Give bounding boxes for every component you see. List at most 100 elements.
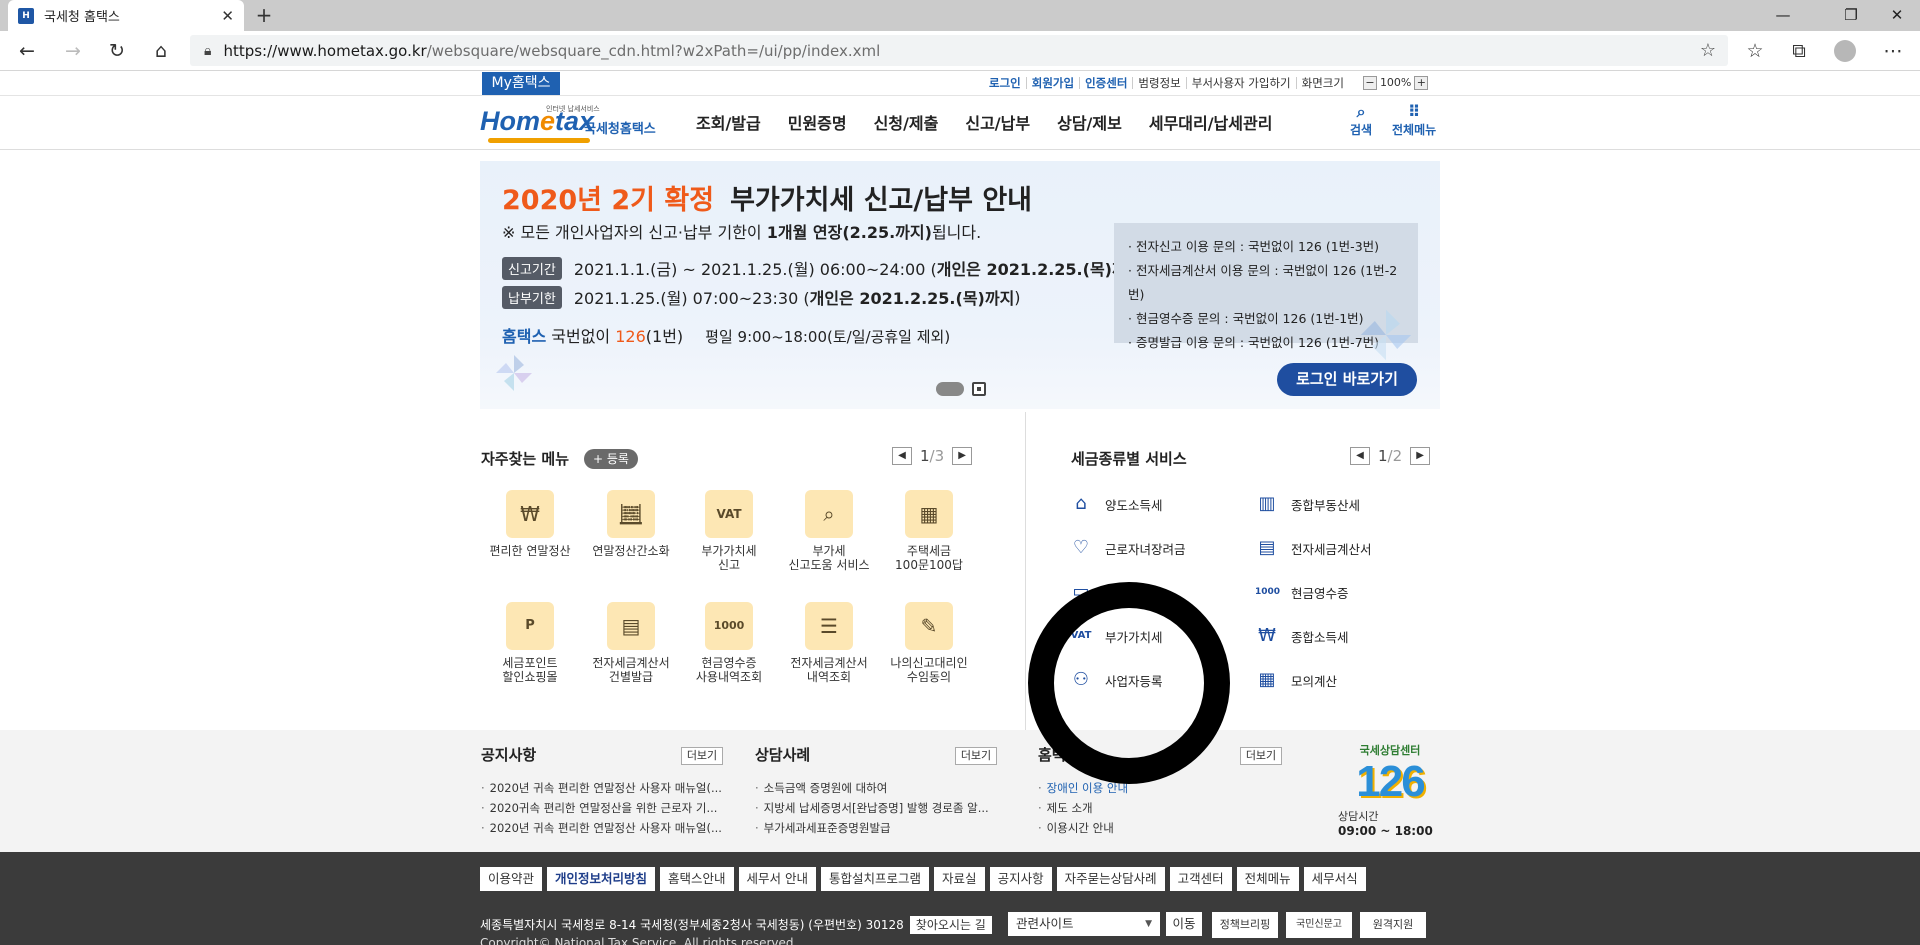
- info-item[interactable]: 이용시간 안내: [1038, 818, 1128, 838]
- browser-tab[interactable]: H 국세청 홈택스 ✕: [8, 0, 244, 31]
- remote-support-link[interactable]: 원격지원: [1360, 912, 1426, 938]
- fav-item-taxpoint[interactable]: P 세금포인트 할인쇼핑몰: [480, 602, 580, 684]
- fav-item-vat-report[interactable]: VAT 부가가치세 신고: [679, 490, 779, 572]
- login-shortcut-button[interactable]: 로그인 바로가기: [1277, 363, 1417, 396]
- slider-indicator: [936, 382, 986, 396]
- main-banner[interactable]: 2020년 2기 확정 부가가치세 신고/납부 안내 ※ 모든 개인사업자의 신고…: [480, 161, 1440, 409]
- collections-icon[interactable]: ⧉: [1784, 37, 1814, 65]
- related-sites-select[interactable]: 관련사이트: [1008, 912, 1160, 936]
- footer-link[interactable]: 자주묻는상담사례: [1056, 867, 1165, 891]
- register-favorite-button[interactable]: + 등록: [584, 449, 638, 469]
- svc-cash-receipt[interactable]: 1000 현금영수증: [1255, 581, 1349, 603]
- hometax-info-more-button[interactable]: 더보기: [1240, 747, 1282, 765]
- notice-item[interactable]: 2020귀속 편리한 연말정산을 위한 근로자 기...: [481, 798, 722, 818]
- footer-link[interactable]: 통합설치프로그램: [821, 867, 930, 891]
- cert-center-link[interactable]: 인증센터: [1079, 77, 1132, 89]
- svc-einvoice[interactable]: ▤ 전자세금계산서: [1255, 537, 1371, 559]
- next-page-icon[interactable]: ▶: [952, 447, 973, 465]
- footer-link[interactable]: 자료실: [934, 867, 985, 891]
- case-title: 상담사례: [755, 746, 811, 764]
- case-item[interactable]: 지방세 납세증명서[완납증명] 발행 경로좀 알...: [755, 798, 989, 818]
- case-item[interactable]: 부가세과세표준증명원발급: [755, 818, 989, 838]
- footer-link[interactable]: 홈택스안내: [660, 867, 734, 891]
- tab-close-icon[interactable]: ✕: [221, 7, 234, 25]
- screen-size-label: 화면크기: [1295, 77, 1349, 89]
- nav-consult[interactable]: 상담/제보: [1057, 110, 1122, 134]
- footer-link[interactable]: 고객센터: [1169, 867, 1232, 891]
- signup-link[interactable]: 회원가입: [1025, 77, 1079, 89]
- case-item[interactable]: 소득금액 증명원에 대하여: [755, 778, 989, 798]
- favorites-title: 자주찾는 메뉴: [481, 450, 570, 468]
- slide-pause-icon[interactable]: [972, 382, 986, 396]
- slide-dot-active[interactable]: [936, 382, 964, 396]
- sinmungo-link[interactable]: 국민신문고: [1286, 912, 1352, 938]
- refresh-icon[interactable]: ↻: [102, 37, 132, 65]
- nav-agent[interactable]: 세무대리/납세관리: [1149, 110, 1273, 134]
- footer-link[interactable]: 전체메뉴: [1236, 867, 1299, 891]
- next-page-icon[interactable]: ▶: [1410, 447, 1431, 465]
- zoom-out-button[interactable]: −: [1362, 76, 1377, 90]
- nav-apply[interactable]: 신청/제출: [874, 110, 939, 134]
- footer-link[interactable]: 세무서식: [1303, 867, 1366, 891]
- site-top-bar: My홈택스 로그인 회원가입 인증센터 범령정보 부서사용자 가입하기 화면크기…: [0, 72, 1920, 96]
- new-tab-icon[interactable]: +: [252, 4, 276, 28]
- footer-link[interactable]: 세무서 안내: [738, 867, 817, 891]
- minimize-icon[interactable]: —: [1760, 0, 1806, 31]
- case-more-button[interactable]: 더보기: [955, 747, 997, 765]
- profile-avatar[interactable]: [1834, 40, 1856, 62]
- favorite-star-icon[interactable]: ☆: [1700, 40, 1716, 61]
- more-menu-icon[interactable]: ⋯: [1878, 37, 1908, 65]
- footer-link[interactable]: 이용약관: [480, 867, 543, 891]
- tax-service-page: 1/2: [1378, 447, 1403, 465]
- my-hometax-button[interactable]: My홈택스: [482, 72, 560, 95]
- nav-certificate[interactable]: 민원증명: [788, 110, 847, 134]
- call-center-number: 126: [1356, 757, 1425, 806]
- fav-item-cashreceipt[interactable]: 1000 현금영수증 사용내역조회: [679, 602, 779, 684]
- footer-link[interactable]: 공지사항: [989, 867, 1052, 891]
- fav-item-agent-consent[interactable]: ✎ 나의신고대리인 수임동의: [879, 602, 979, 684]
- login-link[interactable]: 로그인: [984, 77, 1026, 89]
- call-center-126[interactable]: 국세상담센터 126 상담시간 09:00 ~ 18:00: [1338, 742, 1442, 842]
- notice-item[interactable]: 2020년 귀속 편리한 연말정산 사용자 매뉴얼(...: [481, 778, 722, 798]
- svc-income-tax[interactable]: ₩ 종합소득세: [1255, 625, 1348, 647]
- footer-link-privacy[interactable]: 개인정보처리방침: [547, 867, 656, 891]
- zoom-control: − 100% +: [1355, 76, 1436, 90]
- all-menu-button[interactable]: ⠿ 전체메뉴: [1392, 104, 1436, 138]
- svc-comprehensive-real-estate[interactable]: ▥ 종합부동산세: [1255, 493, 1360, 515]
- nav-lookup[interactable]: 조회/발급: [696, 110, 761, 134]
- hometax-logo[interactable]: 인터넷 납세서비스 Hometax 국세청홈택스: [480, 102, 660, 146]
- dept-user-link[interactable]: 부서사용자 가입하기: [1185, 77, 1296, 89]
- fav-item-housing[interactable]: ▦ 주택세금 100문100답: [879, 490, 979, 572]
- fav-item-einvoice-list[interactable]: ☰ 전자세금계산서 내역조회: [779, 602, 879, 684]
- svc-simulation[interactable]: ▦ 모의계산: [1255, 669, 1337, 691]
- home-icon[interactable]: ⌂: [146, 37, 176, 65]
- svc-transfer-tax[interactable]: ⌂ 양도소득세: [1069, 493, 1162, 515]
- prev-page-icon[interactable]: ◀: [892, 447, 912, 465]
- notice-item[interactable]: 2020년 귀속 편리한 연말정산 사용자 매뉴얼(...: [481, 818, 722, 838]
- go-button[interactable]: 이동: [1166, 912, 1202, 936]
- fav-item-simplified[interactable]: 🧮︎ 연말정산간소화: [581, 490, 681, 558]
- maximize-icon[interactable]: ❐: [1828, 0, 1874, 31]
- zoom-in-button[interactable]: +: [1414, 76, 1429, 90]
- prev-page-icon[interactable]: ◀: [1350, 447, 1370, 465]
- url-path: /websquare/websquare_cdn.html?w2xPath=/u…: [426, 41, 881, 60]
- policy-briefing-link[interactable]: 정책브리핑: [1212, 912, 1278, 938]
- nav-report-pay[interactable]: 신고/납부: [965, 110, 1030, 134]
- report-period-label: 신고기간: [502, 256, 562, 280]
- payment-deadline-row: 납부기한 2021.1.25.(월) 07:00~23:30 (개인은 2021…: [502, 285, 1021, 309]
- svc-earned-income-credit[interactable]: ♡ 근로자녀장려금: [1069, 537, 1186, 559]
- favicon-icon: H: [18, 7, 34, 24]
- address-bar[interactable]: 🔒︎ https://www.hometax.go.kr/websquare/w…: [190, 35, 1728, 66]
- fav-item-vat-help[interactable]: ⌕ 부가세 신고도움 서비스: [779, 490, 879, 572]
- notice-more-button[interactable]: 더보기: [681, 747, 723, 765]
- info-item[interactable]: 제도 소개: [1038, 798, 1128, 818]
- close-window-icon[interactable]: ✕: [1874, 0, 1920, 31]
- search-button[interactable]: ⌕ 검색: [1350, 104, 1372, 138]
- fav-item-yearend[interactable]: ₩ 편리한 연말정산: [480, 490, 580, 558]
- forward-icon[interactable]: →: [58, 37, 88, 65]
- directions-button[interactable]: 찾아오시는 길: [909, 916, 992, 934]
- law-info-link[interactable]: 범령정보: [1132, 77, 1185, 89]
- favorites-list-icon[interactable]: ☆: [1740, 37, 1770, 65]
- fav-item-einvoice-issue[interactable]: ▤ 전자세금계산서 건별발급: [581, 602, 681, 684]
- back-icon[interactable]: ←: [12, 37, 42, 65]
